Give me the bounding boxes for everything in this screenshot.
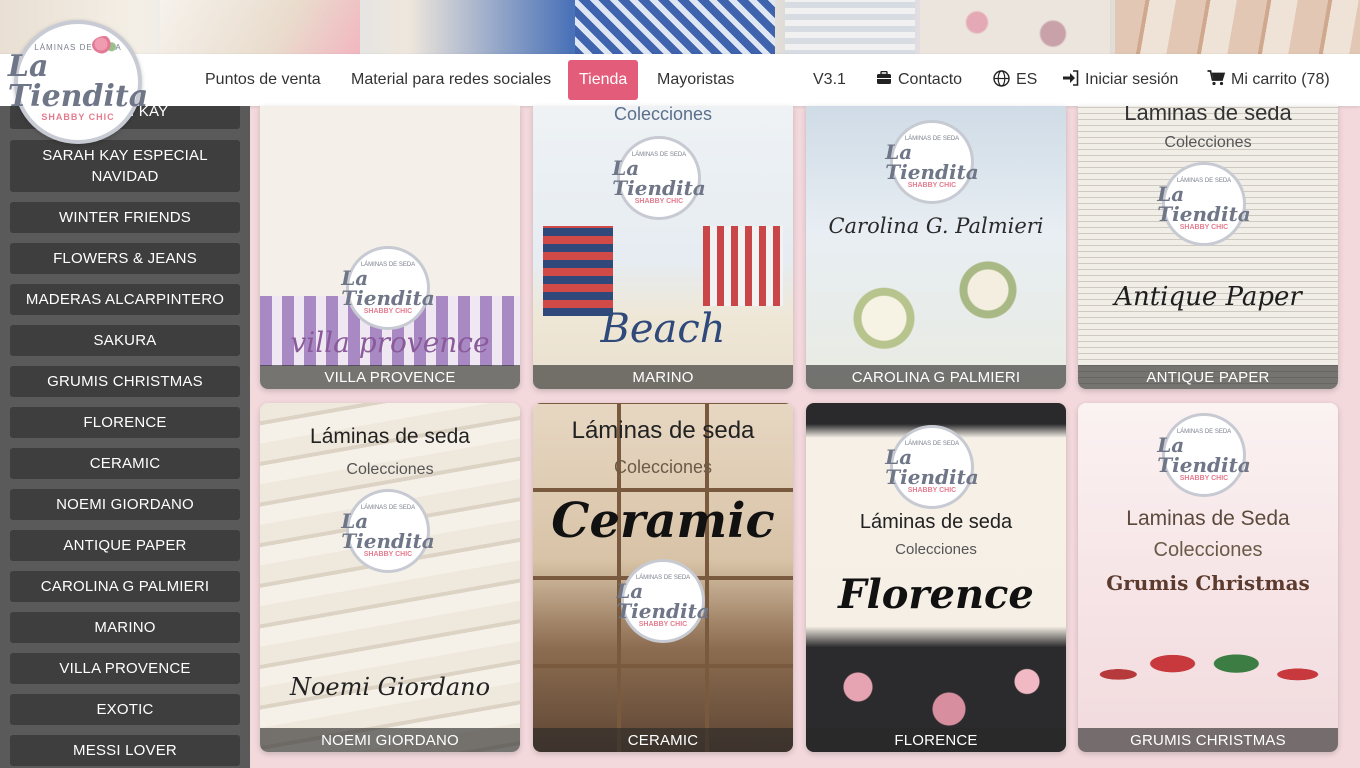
collection-card-ceramic[interactable]: Láminas de seda Colecciones Ceramic LÁMI… (533, 403, 793, 752)
card-top-text: Colecciones (613, 106, 713, 124)
sidebar-item-carolina-g-palmieri[interactable]: CAROLINA G PALMIERI (10, 571, 240, 602)
logo-bottom-text: SHABBY CHIC (41, 111, 115, 122)
card-sub-text: Colecciones (1164, 134, 1252, 151)
card-sub-text: Colecciones (1153, 539, 1263, 561)
briefcase-icon (876, 70, 892, 89)
sidebar-item-villa-provence[interactable]: VILLA PROVENCE (10, 653, 240, 684)
collection-sidebar: SARAH KAY SARAH KAY ESPECIAL NAVIDAD WIN… (0, 106, 250, 768)
collection-card-florence[interactable]: LÁMINAS DE SEDA La Tiendita SHABBY CHIC Lá… (806, 403, 1066, 752)
logo-stamp: LÁMINAS DE SEDA La Tiendita SHABBY CHIC (612, 136, 706, 220)
nav-mayoristas[interactable]: Mayoristas (657, 54, 734, 106)
card-caption: GRUMIS CHRISTMAS (1078, 728, 1338, 752)
sidebar-item-florence[interactable]: FLORENCE (10, 407, 240, 438)
card-overlay-title: Florence (838, 571, 1034, 618)
card-top-text: Láminas de seda (859, 511, 1013, 533)
sidebar-item-messi-lover[interactable]: MESSI LOVER (10, 735, 240, 766)
collection-card-noemi-giordano[interactable]: Láminas de seda Colecciones LÁMINAS DE S… (260, 403, 520, 752)
logo-stamp: LÁMINAS DE SEDA La Tiendita SHABBY CHIC (885, 425, 979, 509)
cart-label: Mi carrito (78) (1231, 71, 1330, 88)
rose-icon (92, 36, 118, 54)
banner-tile (575, 0, 775, 56)
card-caption: VILLA PROVENCE (260, 365, 520, 389)
nav-puntos-de-venta[interactable]: Puntos de venta (205, 54, 321, 106)
banner-tile (160, 0, 360, 56)
card-caption: NOEMI GIORDANO (260, 728, 520, 752)
sidebar-item-ceramic[interactable]: CERAMIC (10, 448, 240, 479)
nav-cart[interactable]: Mi carrito (78) (1207, 54, 1330, 106)
version-label: V3.1 (813, 71, 846, 88)
beach-hut (543, 226, 613, 316)
header-banner (0, 0, 1360, 56)
logo-stamp: LÁMINAS DE SEDA La Tiendita SHABBY CHIC (1157, 413, 1251, 497)
sidebar-item-grumis-christmas[interactable]: GRUMIS CHRISTMAS (10, 366, 240, 397)
card-top-text: Láminas de seda (310, 425, 470, 448)
nav-iniciar-sesion[interactable]: Iniciar sesión (1062, 54, 1178, 106)
sidebar-item-marino[interactable]: MARINO (10, 612, 240, 643)
globe-icon (993, 69, 1010, 91)
collection-card-villa-provence[interactable]: LÁMINAS DE SEDA La Tiendita SHABBY CHIC vi… (260, 106, 520, 389)
sidebar-item-exotic[interactable]: EXOTIC (10, 694, 240, 725)
language-label: ES (1016, 71, 1038, 88)
logo-stamp: LÁMINAS DE SEDA La Tiendita SHABBY CHIC (616, 559, 710, 643)
collection-card-marino[interactable]: Colecciones LÁMINAS DE SEDA La Tiendita SH… (533, 106, 793, 389)
logo-stamp: LÁMINAS DE SEDA La Tiendita SHABBY CHIC (1157, 162, 1251, 246)
nav-tienda[interactable]: Tienda (568, 60, 639, 100)
card-overlay-title: Carolina G. Palmieri (828, 214, 1044, 238)
card-overlay-title: Ceramic (551, 493, 775, 549)
nav-contacto[interactable]: Contacto (876, 54, 962, 106)
collection-card-antique-paper[interactable]: Laminas de seda Colecciones LÁMINAS DE S… (1078, 106, 1338, 389)
sidebar-item-antique-paper[interactable]: ANTIQUE PAPER (10, 530, 240, 561)
banner-tile (1115, 0, 1360, 56)
language-selector[interactable]: ES (993, 54, 1037, 106)
card-overlay-title: Antique Paper (1114, 282, 1302, 312)
banner-tile (920, 0, 1110, 56)
card-sub-text: Colecciones (346, 461, 434, 478)
collection-card-grumis-christmas[interactable]: LÁMINAS DE SEDA La Tiendita SHABBY CHIC La… (1078, 403, 1338, 752)
nav-contacto-label: Contacto (898, 71, 963, 88)
sign-in-icon (1062, 70, 1079, 90)
card-top-text: Láminas de seda (571, 417, 755, 444)
logo-stamp: LÁMINAS DE SEDA La Tiendita SHABBY CHIC (885, 120, 979, 204)
card-caption: CAROLINA G PALMIERI (806, 365, 1066, 389)
login-label: Iniciar sesión (1085, 71, 1179, 88)
card-caption: MARINO (533, 365, 793, 389)
beach-hut (703, 226, 783, 306)
sidebar-item-maderas[interactable]: MADERAS ALCARPINTERO (10, 284, 240, 315)
card-overlay-title: Noemi Giordano (289, 673, 491, 701)
gnomes-decoration (1090, 615, 1326, 723)
site-logo[interactable]: LÁMINAS DE SEDA La Tiendita SHABBY CHIC (8, 20, 148, 144)
sidebar-item-sarah-kay-navidad[interactable]: SARAH KAY ESPECIAL NAVIDAD (10, 140, 240, 192)
card-caption: FLORENCE (806, 728, 1066, 752)
top-navigation: Puntos de venta Material para redes soci… (0, 54, 1360, 106)
sidebar-item-noemi-giordano[interactable]: NOEMI GIORDANO (10, 489, 240, 520)
collection-card-carolina-g-palmieri[interactable]: LÁMINAS DE SEDA La Tiendita SHABBY CHIC Ca… (806, 106, 1066, 389)
card-top-text: Laminas de Seda (1126, 507, 1290, 530)
logo-stamp: LÁMINAS DE SEDA La Tiendita SHABBY CHIC (341, 489, 435, 573)
card-caption: CERAMIC (533, 728, 793, 752)
nav-material-redes-sociales[interactable]: Material para redes sociales (351, 54, 551, 106)
card-caption: ANTIQUE PAPER (1078, 365, 1338, 389)
cart-icon (1207, 70, 1226, 90)
card-overlay-title: Grumis Christmas (1106, 571, 1310, 595)
card-overlay-title: Beach (600, 306, 726, 352)
sidebar-item-winter-friends[interactable]: WINTER FRIENDS (10, 202, 240, 233)
sidebar-item-sakura[interactable]: SAKURA (10, 325, 240, 356)
card-sub-text: Colecciones (895, 541, 977, 558)
logo-stamp: LÁMINAS DE SEDA La Tiendita SHABBY CHIC (341, 246, 435, 330)
card-overlay-title: villa provence (290, 326, 490, 359)
card-top-text: Laminas de seda (1124, 106, 1292, 125)
banner-tile (785, 0, 915, 56)
card-sub-text: Colecciones (613, 457, 713, 477)
logo-main-text: La Tiendita (7, 48, 149, 114)
sidebar-item-flowers-jeans[interactable]: FLOWERS & JEANS (10, 243, 240, 274)
